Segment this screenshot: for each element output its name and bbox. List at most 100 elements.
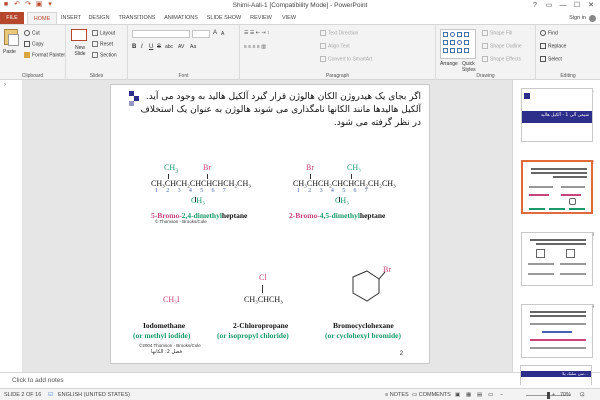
fit-slide-icon[interactable]: ⊡ [580,392,585,398]
italic-button[interactable]: I [141,44,143,50]
shape-fill-button[interactable]: Shape Fill [482,30,512,36]
tab-file[interactable]: FILE [0,12,24,24]
user-icon[interactable] [589,15,596,22]
zoom-slider-thumb[interactable] [547,392,550,399]
cut-label: Cut [32,30,40,37]
copy-label: Copy [32,41,44,48]
notes-pane[interactable]: Click to add notes [0,372,512,388]
shrink-font-icon[interactable]: A [221,31,224,37]
zoom-in-icon[interactable]: + [552,392,555,398]
slide-paragraph[interactable]: اگر بجای یک هیدروژن الکان هالوژن قرار گی… [131,91,421,130]
close-button[interactable]: ✕ [584,0,598,11]
section-icon [92,52,98,58]
font-size-box[interactable] [192,30,210,38]
slide-footer: فصل 2: الکانها [151,349,182,355]
mol1-numbers: 1 2 3 4 5 6 7 [155,188,230,194]
arrange-button[interactable]: Arrange [440,61,458,67]
reading-view-icon[interactable]: ▤ [477,392,482,398]
window-controls: ? ▭ — ☐ ✕ [528,0,598,11]
shape-outline-button[interactable]: Shape Outline [482,43,522,49]
strikethrough-button[interactable]: S [157,44,161,50]
sign-in-link[interactable]: Sign in [569,12,586,24]
replace-button[interactable]: Replace [540,43,566,49]
tab-review[interactable]: REVIEW [248,12,274,24]
clipboard-group: Paste Cut Copy Format Painter Clipboard [0,25,66,80]
comments-toggle[interactable]: ▭ COMMENTS [412,392,451,398]
copy-button[interactable]: Copy [24,41,44,47]
shadow-button[interactable]: abc [165,44,173,50]
mol1-name-part3: heptane [221,211,248,220]
list-buttons[interactable]: ☰ ☰ ⇤ ⇥ ↕ [244,30,269,36]
section-button[interactable]: Section [92,52,117,58]
expand-chevron-icon[interactable]: › [4,82,6,88]
align-text-button[interactable]: Align Text [320,43,350,49]
ribbon-tabs: FILE HOME INSERT DESIGN TRANSITIONS ANIM… [0,12,600,24]
reset-button[interactable]: Reset [92,41,113,47]
quick-styles-button[interactable]: Quick Styles [462,61,478,73]
char-spacing-button[interactable]: AV [178,44,184,50]
align-text-icon [320,43,326,49]
tab-view[interactable]: VIEW [279,12,299,24]
mol2-numbers: 1 2 3 4 5 6 7 [297,188,372,194]
change-case-button[interactable]: Aa [190,44,196,50]
section-label: Section [100,52,117,59]
grow-font-icon[interactable]: A [213,30,217,36]
tab-insert[interactable]: INSERT [60,12,82,24]
mol2-name-part2: 4,5-dimethyl [319,211,360,220]
minimize-button[interactable]: — [556,0,570,11]
slide-edit-area[interactable]: اگر بجای یک هیدروژن الکان هالوژن قرار گی… [22,80,512,372]
spellcheck-icon[interactable]: ☑ [48,392,53,398]
underline-button[interactable]: U [149,44,153,50]
shape-outline-label: Shape Outline [490,43,522,50]
find-icon [540,30,546,36]
mol2-bromo-top: Br [306,163,314,172]
font-name-box[interactable] [132,30,190,38]
copy-icon [24,41,30,47]
cut-button[interactable]: Cut [24,30,40,36]
format-painter-label: Format Painter [32,52,66,59]
tab-design[interactable]: DESIGN [86,12,112,24]
select-button[interactable]: Select [540,56,562,62]
notes-toggle[interactable]: ≡ NOTES [385,392,409,398]
mol1-copyright: © Thomson - Brooks/Cole [155,219,207,224]
slide-thumbnail-2[interactable] [521,160,593,214]
slide-thumbnail-5[interactable]: …سن سلیک پلا [520,365,592,385]
shape-effects-button[interactable]: Shape Effects [482,56,521,62]
paste-icon[interactable] [4,29,19,46]
help-icon[interactable]: ? [528,0,542,11]
tab-transitions[interactable]: TRANSITIONS [117,12,157,24]
convert-smartart-button[interactable]: Convert to SmartArt [320,56,372,62]
tab-home[interactable]: HOME [27,12,57,24]
shapes-gallery[interactable] [440,29,476,59]
molecule-2: Br CH₃ CH₃CHCH₂CHCHCH₂CH₂CH₃ 1 2 3 4 5 6… [293,163,396,205]
slide-sorter-icon[interactable]: ▦ [466,392,471,398]
layout-button[interactable]: Layout [92,30,115,36]
fill-icon [482,30,488,36]
align-buttons[interactable]: ≡ ≡ ≡ ≡ ▥ [244,44,266,50]
language-indicator[interactable]: ENGLISH (UNITED STATES) [58,392,130,398]
notes-placeholder[interactable]: Click to add notes [12,377,64,384]
paste-button[interactable]: Paste [3,49,16,55]
zoom-out-icon[interactable]: − [500,392,503,398]
molecule-1: CH3 Br CH₃CHCH₂CHCHCHCH₂CH₃ 1 2 3 4 5 6 … [151,163,251,205]
find-button[interactable]: Find [540,30,558,36]
slide-thumbnail-1[interactable]: شیمی آلی 1 - آلکیل هالید [521,88,593,142]
slide-thumbnail-3[interactable] [521,232,593,286]
tab-animations[interactable]: ANIMATIONS [162,12,200,24]
tab-slide-show[interactable]: SLIDE SHOW [205,12,243,24]
format-painter-button[interactable]: Format Painter [24,52,65,58]
reset-icon [92,41,98,47]
text-direction-icon [320,30,326,36]
bold-button[interactable]: B [132,44,136,50]
text-direction-button[interactable]: Text Direction [320,30,358,36]
slide-thumbnail-4[interactable] [521,304,593,358]
mol3-alt-name: (or methyl iodide) [133,331,191,340]
slideshow-view-icon[interactable]: ▭ [488,392,493,398]
zoom-level[interactable]: 70% [560,392,571,398]
slide-canvas[interactable]: اگر بجای یک هیدروژن الکان هالوژن قرار گی… [110,84,430,364]
new-slide-icon[interactable] [71,29,87,41]
maximize-button[interactable]: ☐ [570,0,584,11]
ribbon-display-icon[interactable]: ▭ [542,0,556,11]
new-slide-button[interactable]: New Slide [69,45,91,57]
normal-view-icon[interactable]: ▣ [455,392,460,398]
